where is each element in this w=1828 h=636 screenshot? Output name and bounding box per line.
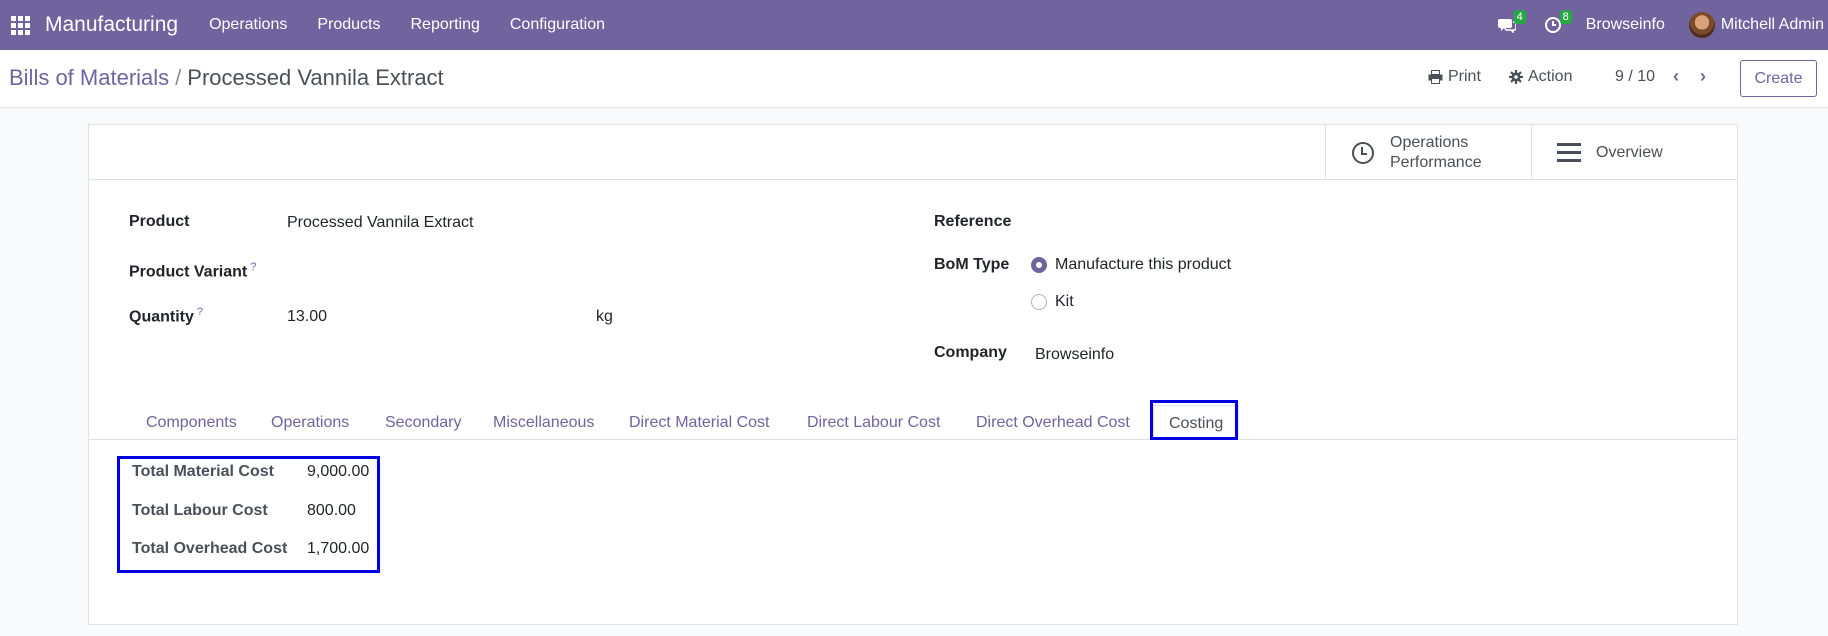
radio-unchecked-icon <box>1031 294 1047 310</box>
tab-direct-material-cost[interactable]: Direct Material Cost <box>629 405 769 440</box>
help-tooltip-icon[interactable]: ? <box>250 261 256 273</box>
reference-field[interactable] <box>1035 213 1535 233</box>
breadcrumb-separator: / <box>175 65 182 90</box>
total-material-cost-value: 9,000.00 <box>307 463 370 480</box>
print-icon <box>1428 70 1443 84</box>
clock-icon <box>1350 141 1376 164</box>
tab-direct-overhead-cost[interactable]: Direct Overhead Cost <box>976 405 1130 440</box>
quantity-field[interactable]: 13.00 <box>287 308 327 326</box>
menu-configuration[interactable]: Configuration <box>495 16 620 34</box>
operations-performance-label-line1: Operations <box>1390 133 1469 151</box>
breadcrumb-current: Processed Vannila Extract <box>187 65 444 90</box>
notebook-tabs: Components Operations Secondary Miscella… <box>89 400 1737 440</box>
breadcrumb: Bills of Materials / Processed Vannila Ext… <box>9 65 444 91</box>
overview-label: Overview <box>1596 143 1663 161</box>
total-material-cost-label: Total Material Cost <box>132 463 274 480</box>
menu-reporting[interactable]: Reporting <box>395 16 494 34</box>
bom-type-kit-label: Kit <box>1055 293 1074 310</box>
quantity-label: Quantity? <box>129 306 204 326</box>
reference-label: Reference <box>934 213 1012 230</box>
product-field[interactable]: Processed Vannila Extract <box>287 214 473 232</box>
total-labour-cost-value: 800.00 <box>307 502 356 519</box>
company-field[interactable]: Browseinfo <box>1035 346 1114 364</box>
bom-type-manufacture-radio[interactable]: Manufacture this product <box>1031 256 1231 274</box>
top-navbar: Manufacturing Operations Products Report… <box>0 0 1828 50</box>
gear-icon <box>1509 70 1523 84</box>
tab-direct-labour-cost[interactable]: Direct Labour Cost <box>807 405 940 440</box>
company-label: Company <box>934 344 1007 361</box>
costing-tab-highlight <box>1150 400 1238 440</box>
action-button[interactable]: Action <box>1509 68 1572 86</box>
bars-icon <box>1556 143 1582 162</box>
bom-type-label: BoM Type <box>934 256 1010 273</box>
menu-products[interactable]: Products <box>302 16 395 34</box>
costing-summary: Total Material Cost 9,000.00 Total Labou… <box>117 456 380 573</box>
overview-button[interactable]: Overview <box>1531 125 1737 180</box>
bom-type-kit-radio[interactable]: Kit <box>1031 293 1074 311</box>
product-variant-field[interactable] <box>287 261 687 281</box>
tab-operations[interactable]: Operations <box>271 405 349 440</box>
company-switcher[interactable]: Browseinfo <box>1586 16 1665 34</box>
app-name[interactable]: Manufacturing <box>45 13 178 37</box>
menu-operations[interactable]: Operations <box>194 16 302 34</box>
breadcrumb-bills-of-materials[interactable]: Bills of Materials <box>9 65 169 90</box>
total-overhead-cost-label: Total Overhead Cost <box>132 540 288 557</box>
tab-secondary[interactable]: Secondary <box>385 405 462 440</box>
user-menu[interactable]: Mitchell Admin <box>1721 16 1824 34</box>
total-overhead-cost-value: 1,700.00 <box>307 540 370 557</box>
radio-checked-icon <box>1031 257 1047 273</box>
product-variant-label: Product Variant? <box>129 261 257 281</box>
activities-count-badge: 8 <box>1559 10 1572 24</box>
tab-miscellaneous[interactable]: Miscellaneous <box>493 405 594 440</box>
smart-button-box: Operations Performance Overview <box>89 125 1737 180</box>
create-button[interactable]: Create <box>1740 60 1817 97</box>
tab-components[interactable]: Components <box>146 405 237 440</box>
form-sheet: Operations Performance Overview Product … <box>88 124 1738 625</box>
pager-previous-icon[interactable]: ‹ <box>1673 66 1679 87</box>
messages-count-badge: 4 <box>1513 10 1526 24</box>
pager-next-icon[interactable]: › <box>1700 66 1706 87</box>
print-label: Print <box>1448 68 1481 85</box>
total-labour-cost-label: Total Labour Cost <box>132 502 268 519</box>
apps-menu-icon[interactable] <box>0 0 40 50</box>
user-avatar[interactable] <box>1688 12 1715 38</box>
messages-icon[interactable]: 4 <box>1490 0 1526 50</box>
uom-field[interactable]: kg <box>596 308 613 326</box>
help-tooltip-icon[interactable]: ? <box>197 306 203 318</box>
product-label: Product <box>129 213 190 230</box>
print-button[interactable]: Print <box>1428 68 1481 86</box>
control-panel: Bills of Materials / Processed Vannila Ext… <box>0 50 1828 108</box>
action-label: Action <box>1528 68 1573 85</box>
bom-type-manufacture-label: Manufacture this product <box>1055 256 1232 273</box>
pager-value[interactable]: 9 / 10 <box>1615 68 1655 86</box>
operations-performance-label-line2: Performance <box>1390 153 1482 171</box>
activities-clock-icon[interactable]: 8 <box>1536 0 1572 50</box>
operations-performance-button[interactable]: Operations Performance <box>1325 125 1531 180</box>
